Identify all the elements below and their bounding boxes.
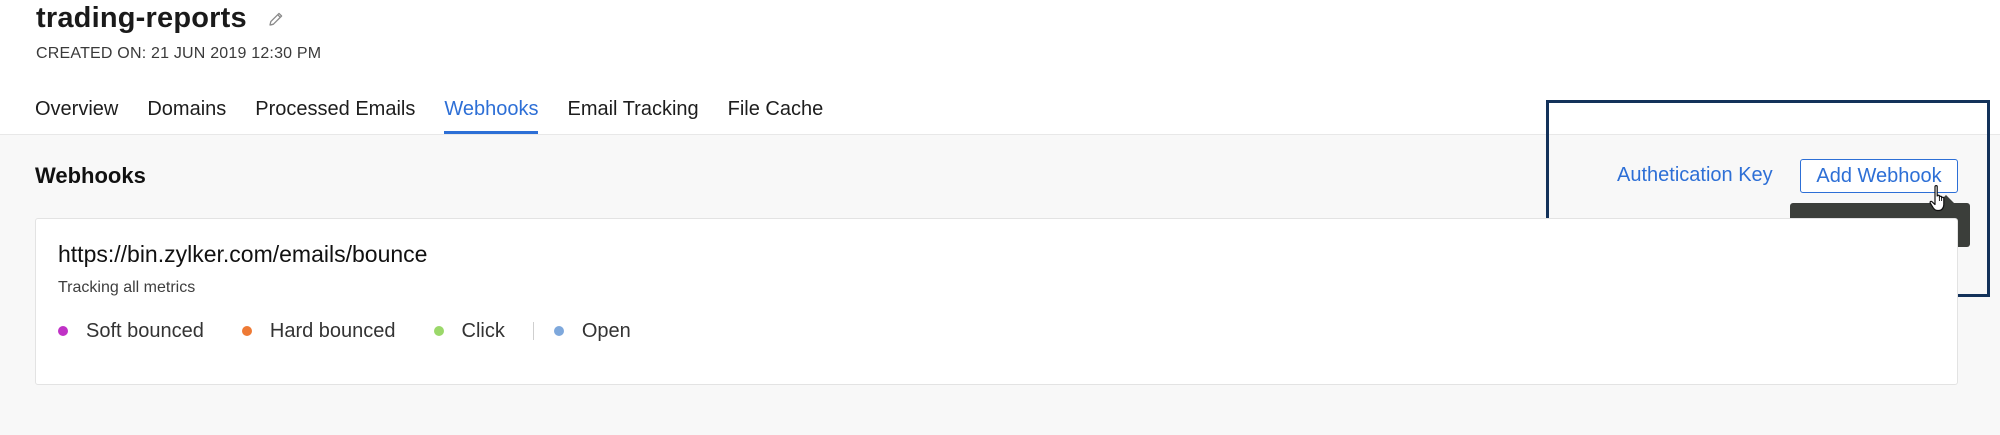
webhook-url: https://bin.zylker.com/emails/bounce	[58, 241, 428, 267]
webhook-card[interactable]: https://bin.zylker.com/emails/bounce Tra…	[35, 218, 1958, 385]
page-header: trading-reports CREATED ON: 21 JUN 2019 …	[0, 0, 2000, 134]
pencil-icon[interactable]	[267, 10, 285, 28]
authentication-key-link[interactable]: Authetication Key	[1617, 164, 1773, 187]
metric-open: Open	[553, 319, 631, 343]
open-dot-icon	[553, 326, 564, 336]
created-on: CREATED ON: 21 JUN 2019 12:30 PM	[36, 45, 322, 62]
tab-domains[interactable]: Domains	[147, 98, 226, 134]
metric-soft-bounced: Soft bounced	[58, 320, 204, 343]
metric-label: Click	[461, 319, 505, 342]
tab-overview[interactable]: Overview	[35, 98, 118, 134]
webhook-tracking-summary: Tracking all metrics	[58, 279, 196, 296]
metrics-list: Soft bounced Hard bounced Click Open	[58, 319, 669, 343]
click-dot-icon	[433, 326, 444, 336]
metric-label: Hard bounced	[269, 319, 396, 342]
tab-email-tracking[interactable]: Email Tracking	[567, 98, 698, 134]
metric-label: Open	[581, 319, 631, 342]
hand-pointer-icon	[1929, 185, 1945, 212]
tab-webhooks[interactable]: Webhooks	[444, 98, 539, 134]
page-title: trading-reports	[36, 1, 247, 34]
hard-bounced-dot-icon	[241, 326, 252, 336]
tab-bar: Overview Domains Processed Emails Webhoo…	[35, 98, 823, 134]
title-row: trading-reports	[36, 0, 285, 36]
metric-hard-bounced: Hard bounced	[241, 319, 396, 343]
tab-file-cache[interactable]: File Cache	[728, 98, 824, 134]
section-title: Webhooks	[35, 163, 146, 188]
soft-bounced-dot-icon	[58, 326, 68, 336]
metric-separator	[532, 322, 534, 340]
metric-label: Soft bounced	[86, 319, 204, 342]
metric-click: Click	[433, 319, 505, 343]
tab-processed-emails[interactable]: Processed Emails	[255, 98, 415, 134]
